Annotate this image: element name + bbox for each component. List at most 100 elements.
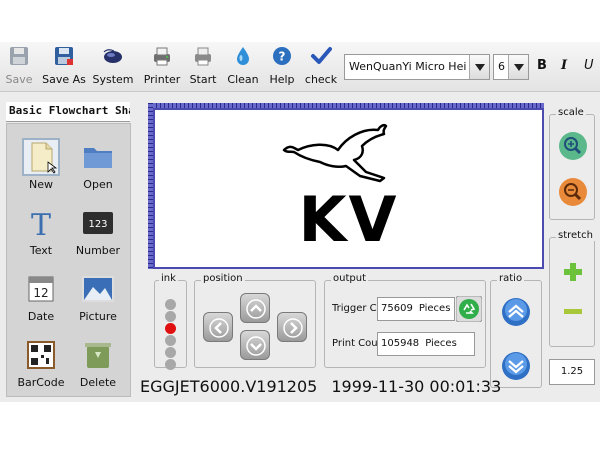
help-button[interactable]: ? Help	[268, 45, 296, 90]
chevron-left-icon	[209, 318, 229, 338]
chevron-up-icon	[246, 299, 266, 319]
move-right-button[interactable]	[277, 312, 307, 342]
shape-open-label: Open	[83, 178, 113, 191]
move-up-button[interactable]	[240, 293, 270, 323]
clean-label: Clean	[227, 73, 259, 86]
save-as-label: Save As	[42, 73, 86, 86]
font-family-select[interactable]: WenQuanYi Micro Hei	[344, 54, 490, 80]
italic-button[interactable]: I	[561, 58, 567, 73]
print-count-value: 105948	[381, 338, 420, 349]
save-button[interactable]: Save	[4, 45, 34, 90]
shape-barcode[interactable]: BarCode	[13, 336, 69, 396]
system-label: System	[92, 73, 134, 86]
output-title: output	[331, 273, 368, 284]
bold-button[interactable]: B	[537, 58, 547, 73]
checkmark-icon	[311, 47, 332, 64]
start-printer-icon	[195, 47, 211, 66]
chevron-right-icon	[283, 318, 303, 338]
trigger-count-unit: Pieces	[418, 303, 451, 314]
status-bar: EGGJET6000.V191205 1999-11-30 00:01:33	[140, 377, 501, 396]
clean-button[interactable]: Clean	[226, 45, 260, 90]
recycle-reset-icon[interactable]	[456, 296, 482, 322]
calendar-icon: 12	[28, 276, 54, 302]
underline-button[interactable]: U	[584, 58, 594, 73]
print-text[interactable]: KV	[155, 184, 542, 256]
move-left-button[interactable]	[203, 312, 233, 342]
font-size-select[interactable]: 6	[493, 54, 529, 80]
printer-button[interactable]: Printer	[142, 45, 182, 90]
scale-title: scale	[556, 107, 586, 118]
app-window: Save Save As System Printer Start Clean …	[0, 42, 600, 402]
ruler-left	[148, 103, 153, 269]
toolbar: Save Save As System Printer Start Clean …	[0, 42, 600, 92]
svg-text:123: 123	[88, 219, 107, 230]
shape-delete[interactable]: Delete	[70, 336, 126, 396]
shape-number[interactable]: 123 Number	[70, 204, 126, 264]
ratio-down-icon[interactable]	[501, 351, 531, 381]
picture-icon	[82, 276, 114, 302]
trigger-count-label: Trigger C	[332, 303, 377, 314]
shapes-panel: New Open T Text 123 Number 12 Date Pictu…	[6, 123, 131, 397]
device-datetime: 1999-11-30 00:01:33	[331, 377, 502, 396]
shape-picture[interactable]: Picture	[70, 270, 126, 330]
check-button[interactable]: check	[304, 45, 338, 90]
print-canvas-frame: KV	[148, 103, 544, 269]
printer-label: Printer	[143, 73, 181, 86]
water-drop-icon	[237, 47, 249, 65]
zoom-in-icon[interactable]	[558, 131, 588, 161]
chevron-down-icon[interactable]	[469, 55, 489, 79]
font-size-value: 6	[498, 60, 505, 73]
ink-level-dot	[165, 299, 176, 310]
text-icon: T	[31, 208, 51, 240]
plus-icon[interactable]	[563, 262, 583, 282]
start-label: Start	[189, 73, 217, 86]
shape-number-label: Number	[75, 244, 121, 257]
floppy-save-as-icon	[55, 47, 73, 65]
mouse-icon	[103, 49, 122, 63]
stretch-title: stretch	[556, 230, 595, 241]
start-button[interactable]: Start	[188, 45, 218, 90]
stretch-value-field[interactable]: 1.25	[549, 359, 595, 385]
trigger-count-value: 75609	[381, 303, 413, 314]
move-down-button[interactable]	[240, 330, 270, 360]
chevron-down-icon[interactable]	[508, 55, 528, 79]
shape-text[interactable]: T Text	[13, 204, 69, 264]
number-icon: 123	[83, 212, 113, 234]
check-label: check	[304, 73, 338, 86]
shape-date[interactable]: 12 Date	[13, 270, 69, 330]
folder-icon	[84, 148, 112, 168]
ink-level-dot	[165, 347, 176, 358]
print-count-unit: Pieces	[425, 338, 457, 349]
system-button[interactable]: System	[92, 45, 134, 90]
svg-text:?: ?	[279, 50, 286, 64]
barcode-icon	[27, 341, 55, 369]
trigger-count-field[interactable]: 75609 Pieces	[377, 297, 455, 321]
help-label: Help	[269, 73, 295, 86]
kangaroo-logo[interactable]	[280, 120, 390, 186]
trash-icon	[85, 343, 111, 368]
zoom-out-icon[interactable]	[558, 177, 588, 207]
minus-icon[interactable]	[563, 308, 583, 316]
ratio-up-icon[interactable]	[501, 297, 531, 327]
ink-title: ink	[159, 273, 178, 284]
shape-date-label: Date	[27, 310, 55, 323]
shapes-panel-title: Basic Flowchart Shap	[6, 102, 130, 122]
shape-delete-label: Delete	[79, 376, 117, 389]
scale-group: scale	[549, 107, 595, 220]
print-canvas[interactable]: KV	[155, 110, 542, 267]
ratio-group: ratio	[490, 273, 542, 388]
save-as-button[interactable]: Save As	[42, 45, 86, 90]
shape-barcode-label: BarCode	[17, 376, 65, 389]
shape-new[interactable]: New	[13, 138, 69, 198]
shape-open[interactable]: Open	[70, 138, 126, 198]
ratio-title: ratio	[497, 273, 525, 284]
firmware-version: EGGJET6000.V191205	[140, 377, 318, 396]
help-icon: ?	[273, 47, 291, 65]
floppy-icon	[10, 47, 28, 65]
shape-text-label: Text	[29, 244, 53, 257]
position-title: position	[201, 273, 245, 284]
print-count-field[interactable]: 105948 Pieces	[377, 332, 475, 356]
output-group: output Trigger C 75609 Pieces Print Cou 1…	[324, 273, 486, 368]
ink-group: ink	[154, 273, 187, 370]
ink-level-dot	[165, 335, 176, 346]
